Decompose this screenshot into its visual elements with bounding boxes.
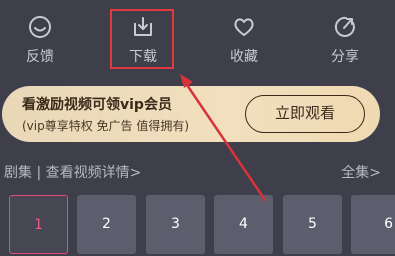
episode-item[interactable]: 3 <box>146 195 205 254</box>
collect-button[interactable]: 收藏 <box>209 8 279 70</box>
episode-item[interactable]: 1 <box>9 195 68 254</box>
episodes-details-link[interactable]: 剧集 | 查看视频详情> <box>4 162 141 182</box>
episode-item[interactable]: 6 <box>351 195 395 254</box>
feedback-label: 反馈 <box>26 49 54 65</box>
all-episodes-link[interactable]: 全集> <box>341 162 381 182</box>
banner-title: 看激励视频可领vip会员 <box>22 97 172 113</box>
episode-item[interactable]: 2 <box>77 195 136 254</box>
watch-now-button[interactable]: 立即观看 <box>245 95 365 133</box>
episodes-header: 剧集 | 查看视频详情> 全集> <box>0 160 395 182</box>
share-label: 分享 <box>331 49 359 65</box>
share-icon <box>334 16 355 37</box>
share-button[interactable]: 分享 <box>310 8 380 70</box>
download-highlight-box <box>110 9 174 69</box>
feedback-button[interactable]: 反馈 <box>5 8 75 70</box>
episode-item[interactable]: 5 <box>283 195 342 254</box>
episode-item[interactable]: 4 <box>214 195 273 254</box>
episode-list: 1 2 3 4 5 6 <box>0 195 395 255</box>
heart-icon <box>234 18 254 36</box>
smile-face-icon <box>29 16 51 38</box>
action-bar: 反馈 下载 收藏 分享 <box>0 0 395 80</box>
banner-subtitle: (vip尊享特权 免广告 值得拥有) <box>22 119 190 133</box>
collect-label: 收藏 <box>230 49 258 65</box>
vip-banner[interactable]: 看激励视频可领vip会员 (vip尊享特权 免广告 值得拥有) 立即观看 <box>2 86 380 142</box>
